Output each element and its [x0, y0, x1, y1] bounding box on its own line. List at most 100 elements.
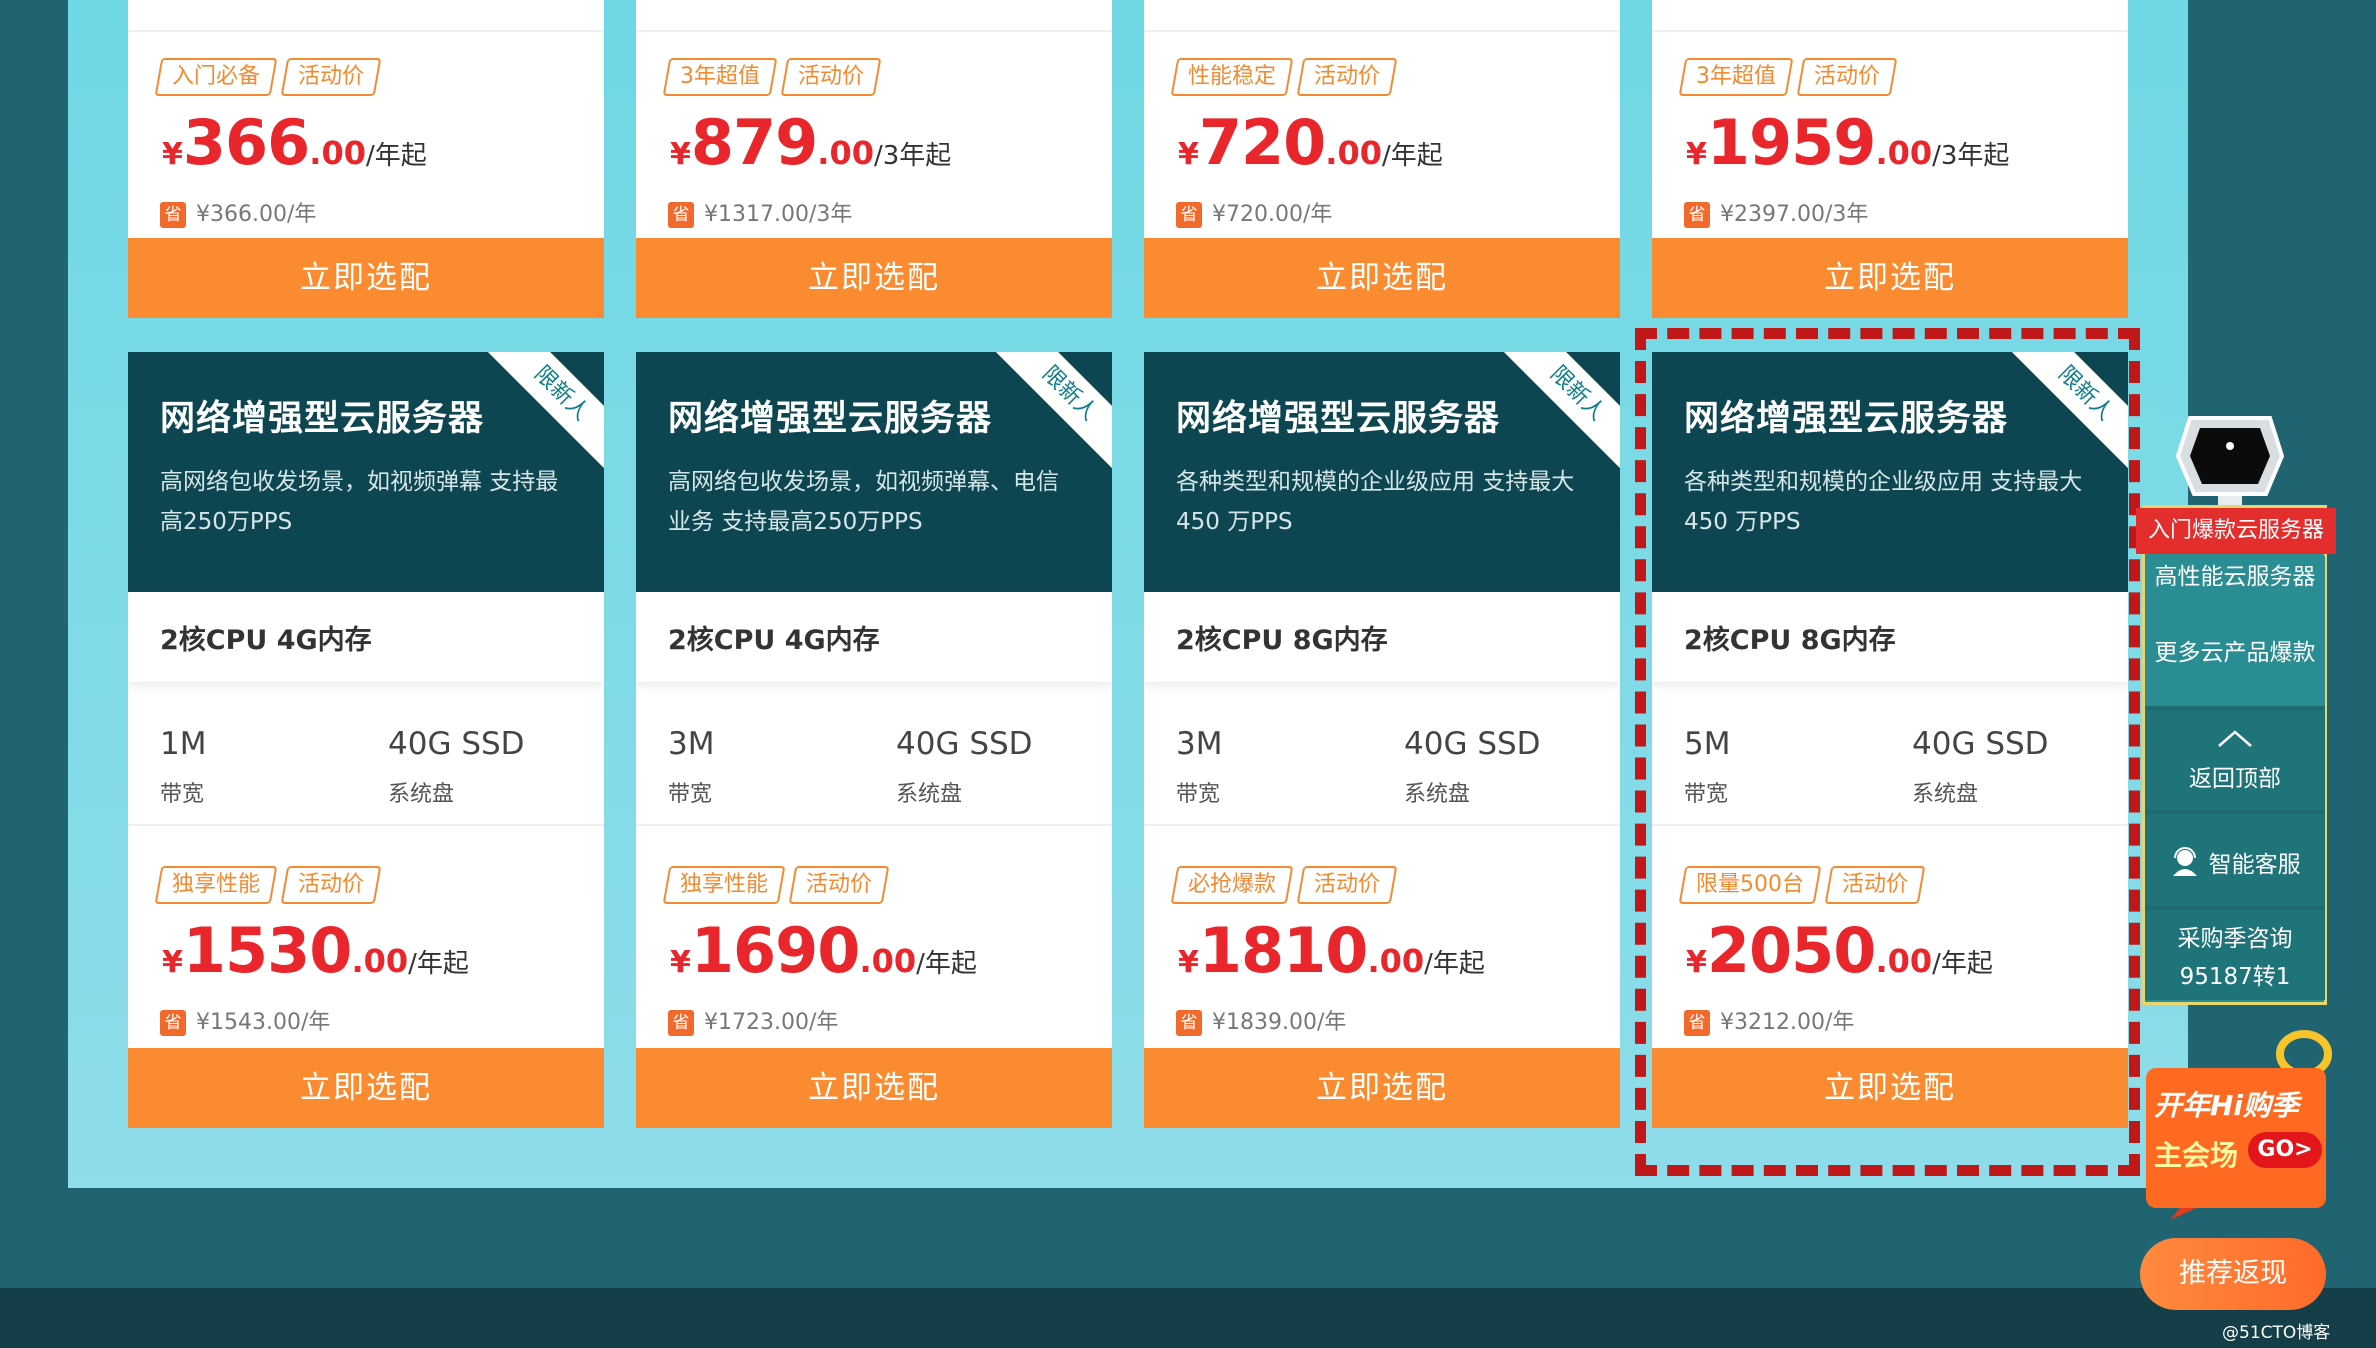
- card-title: 网络增强型云服务器: [668, 399, 993, 439]
- price-block: 独享性能 活动价 ¥1690.00/年起 省 ¥1723.00/年: [636, 866, 1112, 1056]
- price-block: 必抢爆款 活动价 ¥1810.00/年起 省 ¥1839.00/年: [1144, 866, 1620, 1056]
- spec-bar: 2核CPU 4G内存: [636, 592, 1112, 682]
- new-user-ribbon: 限新人: [1494, 352, 1620, 477]
- savings: 省 ¥366.00/年: [160, 196, 316, 228]
- tag-list: 独享性能 活动价: [154, 866, 388, 904]
- tag: 必抢爆款: [1170, 866, 1294, 904]
- promo-main-venue: 主会场: [2154, 1139, 2239, 1172]
- price: ¥720.00/年起: [1178, 106, 1443, 179]
- bandwidth-attr: 3M 带宽: [1176, 726, 1223, 807]
- price: ¥1530.00/年起: [162, 914, 469, 987]
- disk-attr: 40G SSD 系统盘: [1404, 726, 1541, 807]
- product-card: 性能稳定 活动价 ¥720.00/年起 省 ¥720.00/年 立即选配: [1144, 0, 1620, 318]
- price: ¥1690.00/年起: [670, 914, 977, 987]
- price-block: 性能稳定 活动价 ¥720.00/年起 省 ¥720.00/年: [1144, 58, 1620, 248]
- select-config-button[interactable]: 立即选配: [1144, 1048, 1620, 1128]
- price: ¥879.00/3年起: [670, 106, 952, 179]
- product-card: 网络增强型云服务器 高网络包收发场景，如视频弹幕 支持最高250万PPS 限新人…: [128, 352, 604, 1128]
- sidebar-divider: [2145, 906, 2325, 910]
- savings: 省 ¥1839.00/年: [1176, 1004, 1346, 1036]
- attributes: 1M 带宽 40G SSD 系统盘: [128, 684, 604, 826]
- promo-go-button[interactable]: GO>: [2248, 1132, 2322, 1168]
- price: ¥1810.00/年起: [1178, 914, 1485, 987]
- back-to-top-button[interactable]: 返回顶部: [2145, 726, 2325, 794]
- sidebar-item-more-products[interactable]: 更多云产品爆款: [2145, 638, 2325, 668]
- product-card: 3年超值 活动价 ¥1959.00/3年起 省 ¥2397.00/3年 立即选配: [1652, 0, 2128, 318]
- savings: 省 ¥2397.00/3年: [1684, 196, 1868, 228]
- tag: 性能稳定: [1170, 58, 1294, 96]
- price-block: 入门必备 活动价 ¥366.00/年起 省 ¥366.00/年: [128, 58, 604, 248]
- select-config-button[interactable]: 立即选配: [636, 1048, 1112, 1128]
- savings: 省 ¥1723.00/年: [668, 1004, 838, 1036]
- smart-service-label: 智能客服: [2208, 852, 2301, 878]
- tag: 入门必备: [154, 58, 278, 96]
- savings: 省 ¥1317.00/3年: [668, 196, 852, 228]
- tag: 独享性能: [154, 866, 278, 904]
- disk-attr: 40G SSD 系统盘: [388, 726, 525, 807]
- tag: 3年超值: [1678, 58, 1794, 96]
- product-card: 网络增强型云服务器 高网络包收发场景，如视频弹幕、电信业务 支持最高250万PP…: [636, 352, 1112, 1128]
- consult-number: 95187转1: [2179, 964, 2291, 990]
- product-card: 入门必备 活动价 ¥366.00/年起 省 ¥366.00/年 立即选配: [128, 0, 604, 318]
- promo-title: 开年Hi购季: [2154, 1089, 2300, 1122]
- back-to-top-label: 返回顶部: [2189, 766, 2281, 792]
- price-block: 3年超值 活动价 ¥879.00/3年起 省 ¥1317.00/3年: [636, 58, 1112, 248]
- robot-mascot-icon: [2175, 416, 2285, 508]
- product-card: 网络增强型云服务器 各种类型和规模的企业级应用 支持最大450 万PPS 限新人…: [1144, 352, 1620, 1128]
- savings: 省 ¥720.00/年: [1176, 196, 1332, 228]
- product-card: 3年超值 活动价 ¥879.00/3年起 省 ¥1317.00/3年 立即选配: [636, 0, 1112, 318]
- card-header: 网络增强型云服务器 高网络包收发场景，如视频弹幕 支持最高250万PPS 限新人: [128, 352, 604, 592]
- select-config-button[interactable]: 立即选配: [128, 1048, 604, 1128]
- price-block: 独享性能 活动价 ¥1530.00/年起 省 ¥1543.00/年: [128, 866, 604, 1056]
- card-header: 网络增强型云服务器 各种类型和规模的企业级应用 支持最大450 万PPS 限新人: [1144, 352, 1620, 592]
- attributes: 3M 带宽 40G SSD 系统盘: [636, 684, 1112, 826]
- sidebar-divider: [2145, 706, 2325, 710]
- new-user-ribbon: 限新人: [986, 352, 1112, 477]
- recommend-cashback-button[interactable]: 推荐返现: [2140, 1238, 2326, 1310]
- new-user-ribbon: 限新人: [478, 352, 604, 477]
- select-config-button[interactable]: 立即选配: [128, 238, 604, 318]
- sidebar-item-high-performance[interactable]: 高性能云服务器: [2145, 562, 2325, 592]
- page: 入门必备 活动价 ¥366.00/年起 省 ¥366.00/年 立即选配 3年超值活…: [0, 0, 2376, 1348]
- bandwidth-attr: 1M 带宽: [160, 726, 207, 807]
- chevron-up-icon: [2218, 730, 2252, 747]
- bandwidth-attr: 3M 带宽: [668, 726, 715, 807]
- consult-hotline[interactable]: 采购季咨询 95187转1: [2145, 924, 2325, 992]
- select-config-button[interactable]: 立即选配: [1144, 238, 1620, 318]
- tag-list: 3年超值 活动价: [662, 58, 888, 96]
- tag: 独享性能: [662, 866, 786, 904]
- tag-list: 必抢爆款 活动价: [1170, 866, 1404, 904]
- consult-label: 采购季咨询: [2177, 926, 2293, 952]
- price-block: 3年超值 活动价 ¥1959.00/3年起 省 ¥2397.00/3年: [1652, 58, 2128, 248]
- tag: 活动价: [1296, 58, 1398, 96]
- card-title: 网络增强型云服务器: [160, 399, 485, 439]
- tag: 活动价: [280, 866, 382, 904]
- card-description: 各种类型和规模的企业级应用 支持最大450 万PPS: [1176, 469, 1575, 535]
- tag: 3年超值: [662, 58, 778, 96]
- select-config-button[interactable]: 立即选配: [1652, 238, 2128, 318]
- savings: 省 ¥1543.00/年: [160, 1004, 330, 1036]
- tag: 活动价: [280, 58, 382, 96]
- smart-service-button[interactable]: 智能客服: [2145, 846, 2325, 880]
- tag: 活动价: [1296, 866, 1398, 904]
- select-config-button[interactable]: 立即选配: [636, 238, 1112, 318]
- card-description: 高网络包收发场景，如视频弹幕 支持最高250万PPS: [160, 469, 559, 535]
- spec-bar: 2核CPU 8G内存: [1144, 592, 1620, 682]
- tag-list: 入门必备 活动价: [154, 58, 388, 96]
- tag-list: 性能稳定 活动价: [1170, 58, 1404, 96]
- card-title: 网络增强型云服务器: [1176, 399, 1501, 439]
- tag: 活动价: [1796, 58, 1898, 96]
- tag: 活动价: [788, 866, 890, 904]
- headset-icon: [2173, 847, 2198, 876]
- highlight-annotation: [1635, 328, 2140, 1176]
- disk-attr: 40G SSD 系统盘: [896, 726, 1033, 807]
- footer-strip: [0, 1288, 2376, 1348]
- card-header: 网络增强型云服务器 高网络包收发场景，如视频弹幕、电信业务 支持最高250万PP…: [636, 352, 1112, 592]
- tag: 活动价: [780, 58, 882, 96]
- tag-list: 3年超值 活动价: [1678, 58, 1904, 96]
- card-description: 高网络包收发场景，如视频弹幕、电信业务 支持最高250万PPS: [668, 469, 1059, 535]
- price: ¥366.00/年起: [162, 106, 427, 179]
- price: ¥1959.00/3年起: [1686, 106, 2010, 179]
- promo-banner[interactable]: 开年Hi购季 主会场 GO>: [2140, 1020, 2335, 1220]
- sidebar-item-entry-servers[interactable]: 入门爆款云服务器: [2136, 508, 2336, 554]
